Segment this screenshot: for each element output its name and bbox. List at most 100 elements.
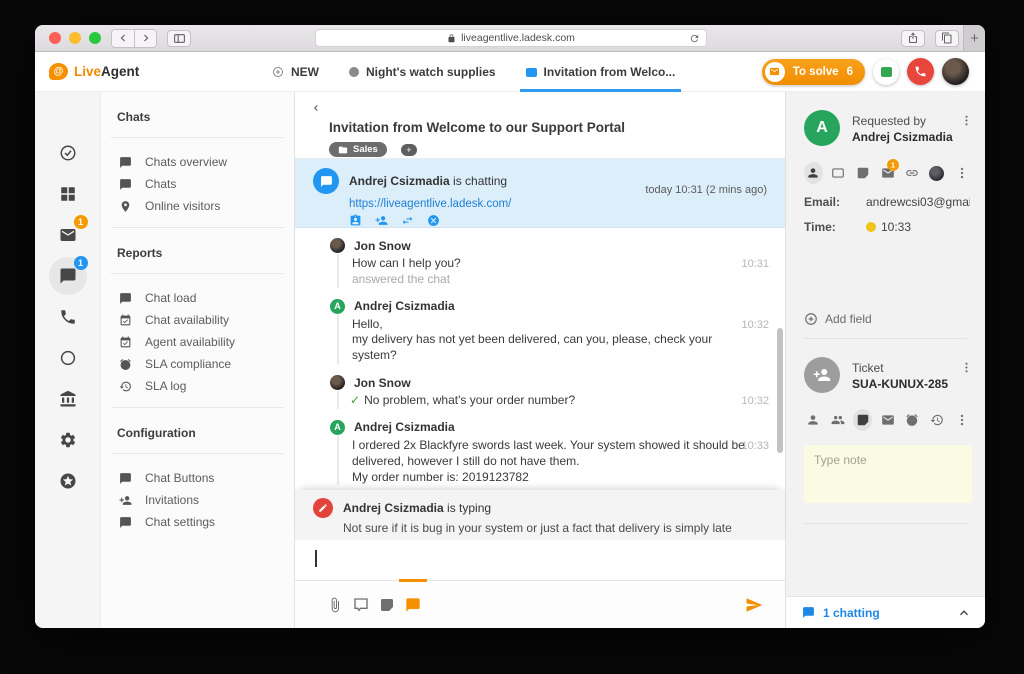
banner-name: Andrej Csizmadia xyxy=(349,174,450,188)
person-add-icon[interactable] xyxy=(375,214,388,227)
user-avatar[interactable] xyxy=(942,58,969,85)
rail-verified-icon[interactable] xyxy=(49,134,87,172)
menu-item-chats[interactable]: Chats xyxy=(101,173,294,195)
left-icon-rail: 11 xyxy=(35,92,100,628)
toolbar-chat-icon[interactable] xyxy=(405,597,421,613)
add-tag-button[interactable]: + xyxy=(400,143,417,156)
back-button[interactable] xyxy=(112,29,134,47)
rail-star-icon[interactable] xyxy=(49,462,87,500)
more-icon[interactable] xyxy=(952,162,971,184)
reply-input[interactable] xyxy=(295,540,785,580)
chevron-up-icon[interactable] xyxy=(957,606,971,620)
mail-icon[interactable]: 1 xyxy=(878,159,899,184)
folder-icon xyxy=(338,146,348,153)
message-line: my delivery has not yet been delivered, … xyxy=(352,332,713,363)
email-row: Email: andrewcsi03@gmai… xyxy=(804,195,971,209)
contact-avatar-icon[interactable] xyxy=(928,162,947,184)
rail-dashboard-icon[interactable] xyxy=(49,175,87,213)
menu-item-invitations[interactable]: Invitations xyxy=(101,489,294,511)
chat-title: Invitation from Welcome to our Support P… xyxy=(329,120,626,135)
rail-settings-icon[interactable] xyxy=(49,421,87,459)
chatting-count: 1 chatting xyxy=(823,605,880,620)
toolbar-attach-icon[interactable] xyxy=(327,597,343,613)
time-label: Time: xyxy=(804,220,836,234)
sidebar-toggle-button[interactable] xyxy=(167,29,191,47)
message-time: 10:33 xyxy=(741,439,769,452)
ticket-tab-label: Night's watch supplies xyxy=(366,65,496,79)
menu-item-chats-overview[interactable]: Chats overview xyxy=(101,151,294,173)
ticket-tab-1[interactable]: Night's watch supplies xyxy=(347,52,498,92)
chat-message: A Andrej Csizmadia Hello, my delivery has n… xyxy=(295,295,785,371)
person-icon[interactable] xyxy=(804,162,823,184)
chat-bubble-icon xyxy=(313,168,339,194)
menu-item-sla-compliance[interactable]: SLA compliance xyxy=(101,353,294,375)
menu-item-sla-log[interactable]: SLA log xyxy=(101,375,294,397)
more-icon[interactable] xyxy=(952,409,971,431)
resolve-flag-button[interactable] xyxy=(873,58,899,85)
menu-item-chat-settings[interactable]: Chat settings xyxy=(101,511,294,533)
to-solve-button[interactable]: To solve 6 xyxy=(761,58,865,85)
sales-tag[interactable]: Sales xyxy=(329,142,387,157)
visitor-avatar: A xyxy=(330,298,345,314)
ticket-details-panel: A Requested by Andrej Csizmadia 1 Email:… xyxy=(785,92,985,628)
note-icon[interactable] xyxy=(853,162,872,184)
tab-overview-icon[interactable] xyxy=(935,29,959,47)
mail-icon[interactable] xyxy=(878,409,897,431)
history-icon[interactable] xyxy=(928,409,947,431)
logo-live: Live xyxy=(74,64,102,79)
toolbar-comment-icon[interactable] xyxy=(353,597,369,613)
ticket-label: Ticket xyxy=(852,361,884,375)
refresh-icon[interactable] xyxy=(689,33,700,44)
zoom-window-button[interactable] xyxy=(89,32,101,44)
notification-badge: 1 xyxy=(886,159,899,171)
alarm-icon[interactable] xyxy=(903,409,922,431)
agent-avatar xyxy=(330,238,345,253)
back-chevron-icon[interactable] xyxy=(311,103,321,113)
message-line: How can I help you? xyxy=(352,256,461,270)
group-icon[interactable] xyxy=(829,409,848,431)
liveagent-logo[interactable]: @ LiveAgent xyxy=(49,63,139,80)
rail-clock-icon[interactable] xyxy=(49,339,87,377)
contact-card-icon[interactable] xyxy=(349,214,362,227)
menu-item-chat-load[interactable]: Chat load xyxy=(101,287,294,309)
note-input[interactable] xyxy=(804,445,972,503)
rail-chat-icon[interactable]: 1 xyxy=(48,256,88,295)
toolbar-note-icon[interactable] xyxy=(379,597,395,613)
tag-row: Sales + xyxy=(329,142,785,157)
add-field-button[interactable]: Add field xyxy=(804,312,971,326)
visitor-link[interactable]: https://liveagentlive.ladesk.com/ xyxy=(349,198,511,210)
menu-item-online-visitors[interactable]: Online visitors xyxy=(101,195,294,217)
minimize-window-button[interactable] xyxy=(69,32,81,44)
ticket-tab-label: Invitation from Welco... xyxy=(543,65,676,79)
transfer-icon[interactable] xyxy=(401,214,414,227)
message-meta: answered the chat xyxy=(352,271,451,286)
send-button[interactable] xyxy=(745,596,763,614)
ticket-menu-icon[interactable] xyxy=(960,361,973,374)
share-icon[interactable] xyxy=(901,29,925,47)
rail-mail-icon[interactable]: 1 xyxy=(49,215,88,254)
ticket-tab-0[interactable]: NEW xyxy=(270,52,321,92)
new-tab-button[interactable]: + xyxy=(963,25,985,51)
green-flag-icon xyxy=(880,66,892,77)
chatting-status-bar[interactable]: 1 chatting xyxy=(786,596,985,628)
call-button[interactable] xyxy=(907,58,934,85)
rail-academy-icon[interactable] xyxy=(49,380,87,418)
link-icon[interactable] xyxy=(903,162,922,184)
ticket-avatar xyxy=(804,357,840,393)
menu-item-label: Online visitors xyxy=(145,199,221,213)
banner-actions xyxy=(349,214,785,227)
ticket-tab-2[interactable]: Invitation from Welco... xyxy=(519,52,682,92)
rail-phone-icon[interactable] xyxy=(49,298,87,336)
menu-item-chat-availability[interactable]: Chat availability xyxy=(101,309,294,331)
close-window-button[interactable] xyxy=(49,32,61,44)
url-bar[interactable]: liveagentlive.ladesk.com xyxy=(315,29,707,47)
person-icon[interactable] xyxy=(804,409,823,431)
forward-button[interactable] xyxy=(134,29,156,47)
card-icon[interactable] xyxy=(829,162,848,184)
menu-item-label: Chat Buttons xyxy=(145,471,215,485)
note-icon[interactable] xyxy=(853,409,873,431)
close-circle-icon[interactable] xyxy=(427,214,440,227)
menu-item-chat-buttons[interactable]: Chat Buttons xyxy=(101,467,294,489)
requester-menu-icon[interactable] xyxy=(960,114,973,127)
menu-item-agent-availability[interactable]: Agent availability xyxy=(101,331,294,353)
